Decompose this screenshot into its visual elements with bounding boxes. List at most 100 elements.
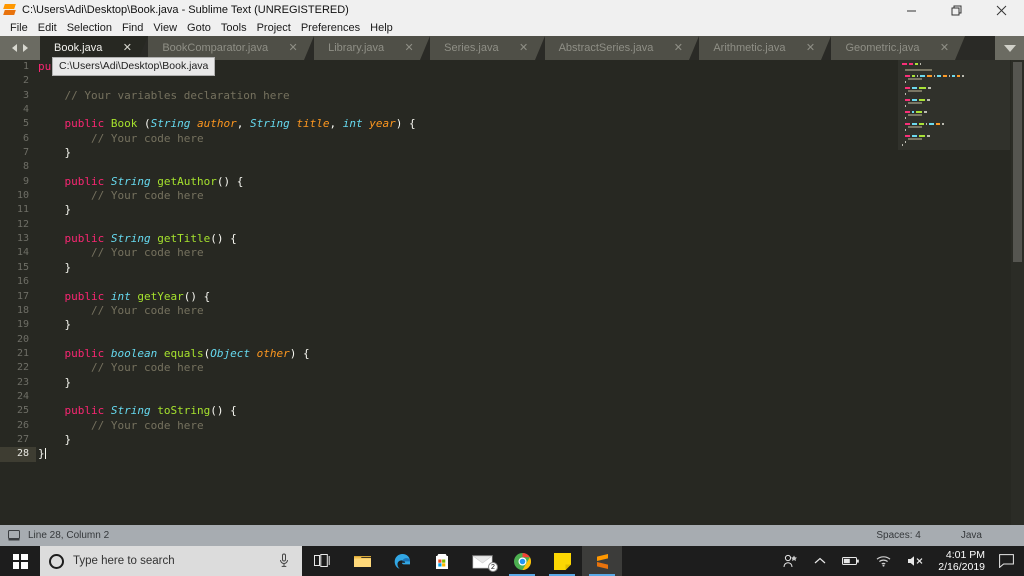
- code-line[interactable]: public String toString() {: [38, 404, 898, 418]
- people-icon[interactable]: [775, 546, 806, 576]
- token-cm: // Your variables declaration here: [38, 88, 290, 102]
- code-line[interactable]: [38, 160, 898, 174]
- menu-preferences[interactable]: Preferences: [296, 20, 365, 36]
- code-line[interactable]: // Your variables declaration here: [38, 89, 898, 103]
- code-line[interactable]: // Your code here: [38, 189, 898, 203]
- minimize-button[interactable]: [889, 0, 934, 20]
- line-number: 27: [16, 433, 29, 445]
- microsoft-store-button[interactable]: [422, 546, 462, 576]
- code-line[interactable]: [38, 390, 898, 404]
- tab-close-icon[interactable]: ✕: [935, 36, 953, 60]
- code-line[interactable]: }: [38, 447, 898, 461]
- cortana-icon: [49, 553, 64, 569]
- taskbar-clock[interactable]: 4:01 PM 2/16/2019: [932, 546, 995, 576]
- tab-library-java[interactable]: Library.java ✕: [314, 36, 431, 60]
- token-t: boolean: [110, 346, 158, 360]
- menu-view[interactable]: View: [148, 20, 182, 36]
- show-hidden-icons-chevron[interactable]: [806, 546, 834, 576]
- token-k: public: [64, 346, 111, 360]
- code-line[interactable]: }: [38, 318, 898, 332]
- menu-selection[interactable]: Selection: [62, 20, 117, 36]
- tab-close-icon[interactable]: ✕: [515, 36, 533, 60]
- battery-icon[interactable]: [834, 546, 868, 576]
- start-button[interactable]: [0, 546, 40, 576]
- token-pn: }: [38, 146, 72, 160]
- code-line[interactable]: }: [38, 146, 898, 160]
- editor-area[interactable]: 1 2 3 4 5 6 7 8 9 10 11 12 13 14 15 16 17 18 19 20 21 22 23 24 2…: [0, 60, 1024, 525]
- restore-button[interactable]: [934, 0, 979, 20]
- scroll-left-icon[interactable]: [12, 44, 17, 52]
- code-line[interactable]: [38, 218, 898, 232]
- editor-scrollbar-track[interactable]: [1011, 60, 1024, 525]
- close-button[interactable]: [979, 0, 1024, 20]
- sticky-notes-button[interactable]: [542, 546, 582, 576]
- token-t: String: [249, 117, 290, 131]
- code-line[interactable]: // Your code here: [38, 361, 898, 375]
- tab-close-icon[interactable]: ✕: [801, 36, 819, 60]
- action-center-button[interactable]: [995, 546, 1024, 576]
- line-number: 10: [16, 190, 29, 202]
- file-explorer-button[interactable]: [342, 546, 382, 576]
- task-view-button[interactable]: [302, 546, 342, 576]
- menu-edit[interactable]: Edit: [33, 20, 62, 36]
- network-icon[interactable]: [868, 546, 899, 576]
- tab-label: BookComparator.java: [162, 42, 269, 54]
- line-number: 26: [16, 419, 29, 431]
- tab-close-icon[interactable]: ✕: [284, 36, 302, 60]
- code-line[interactable]: public Book (String author, String title…: [38, 117, 898, 131]
- line-number: 25: [16, 405, 29, 417]
- minimap-viewport[interactable]: [898, 60, 1010, 150]
- menu-tools[interactable]: Tools: [216, 20, 252, 36]
- tab-close-icon[interactable]: ✕: [669, 36, 687, 60]
- search-input[interactable]: Type here to search: [40, 546, 302, 576]
- code-line[interactable]: public String getTitle() {: [38, 232, 898, 246]
- tab-arithmetic-java[interactable]: Arithmetic.java ✕: [699, 36, 832, 60]
- code-line[interactable]: // Your code here: [38, 132, 898, 146]
- editor-scrollbar-thumb[interactable]: [1013, 62, 1022, 262]
- token-t: String: [110, 232, 151, 246]
- tab-series-java[interactable]: Series.java ✕: [430, 36, 546, 60]
- code-line[interactable]: public boolean equals(Object other) {: [38, 347, 898, 361]
- line-number: 14: [16, 247, 29, 259]
- code-line[interactable]: [38, 275, 898, 289]
- token-pn: }: [38, 447, 45, 461]
- menu-project[interactable]: Project: [252, 20, 296, 36]
- code-line[interactable]: public String getAuthor() {: [38, 175, 898, 189]
- tab-geometric-java[interactable]: Geometric.java ✕: [831, 36, 966, 60]
- clock-date: 2/16/2019: [938, 561, 985, 573]
- tab-close-icon[interactable]: ✕: [400, 36, 418, 60]
- menu-goto[interactable]: Goto: [182, 20, 216, 36]
- code-line[interactable]: public int getYear() {: [38, 290, 898, 304]
- minimap[interactable]: [898, 60, 1010, 525]
- volume-muted-icon[interactable]: [899, 546, 932, 576]
- code-line[interactable]: // Your code here: [38, 419, 898, 433]
- microsoft-edge-button[interactable]: [382, 546, 422, 576]
- microphone-icon[interactable]: [279, 553, 289, 573]
- console-toggle-icon[interactable]: [8, 530, 20, 541]
- tab-overflow-menu-button[interactable]: [995, 36, 1024, 60]
- token-pn: }: [38, 375, 72, 389]
- google-chrome-button[interactable]: [502, 546, 542, 576]
- token-pn: [38, 117, 65, 130]
- line-number: 7: [22, 147, 29, 159]
- indentation-setting[interactable]: Spaces: 4: [876, 530, 920, 541]
- code-line[interactable]: [38, 74, 898, 88]
- menu-file[interactable]: File: [5, 20, 33, 36]
- syntax-setting[interactable]: Java: [961, 530, 982, 541]
- scroll-right-icon[interactable]: [23, 44, 28, 52]
- menu-find[interactable]: Find: [117, 20, 148, 36]
- code-line[interactable]: }: [38, 203, 898, 217]
- code-line[interactable]: }: [38, 376, 898, 390]
- code-line[interactable]: [38, 103, 898, 117]
- tab-scroll-controls[interactable]: [0, 36, 40, 60]
- code-content[interactable]: public class Book { // Your variables de…: [38, 60, 898, 525]
- code-line[interactable]: [38, 333, 898, 347]
- menu-help[interactable]: Help: [365, 20, 398, 36]
- code-line[interactable]: // Your code here: [38, 246, 898, 260]
- code-line[interactable]: }: [38, 433, 898, 447]
- code-line[interactable]: }: [38, 261, 898, 275]
- code-line[interactable]: // Your code here: [38, 304, 898, 318]
- mail-button[interactable]: 2: [462, 546, 502, 576]
- tab-abstractseries-java[interactable]: AbstractSeries.java ✕: [544, 36, 700, 60]
- sublime-text-button[interactable]: [582, 546, 622, 576]
